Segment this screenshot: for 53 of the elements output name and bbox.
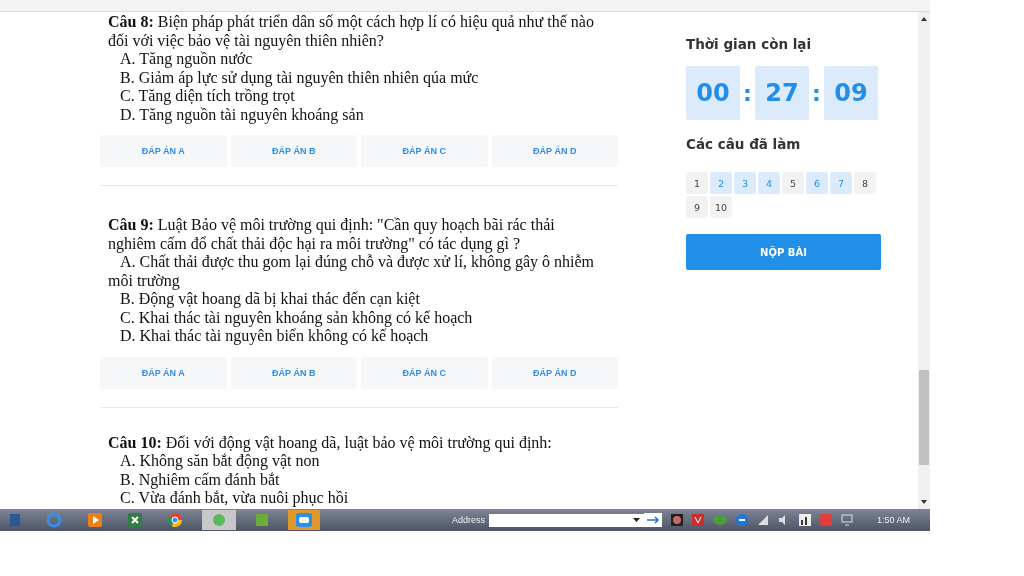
clock: 1:50 AM bbox=[876, 515, 910, 525]
answer-option: A. Tăng nguồn nước bbox=[108, 50, 618, 69]
question-number[interactable]: 4 bbox=[758, 172, 780, 194]
question-number[interactable]: 8 bbox=[854, 172, 876, 194]
answer-option: D. Khai thác tài nguyên biển không có kế hoạch bbox=[108, 327, 618, 346]
monitor-icon[interactable] bbox=[840, 514, 853, 526]
timer-digits: 00 bbox=[686, 66, 740, 120]
answer-button[interactable]: ĐÁP ÁN D bbox=[491, 135, 618, 167]
go-icon[interactable] bbox=[643, 513, 662, 527]
network-icon[interactable] bbox=[756, 514, 769, 526]
timer-separator: : bbox=[742, 80, 753, 106]
answer-button[interactable]: ĐÁP ÁN A bbox=[100, 356, 227, 389]
question-number[interactable]: 1 bbox=[686, 172, 708, 194]
answer-option: A. Không săn bắt động vật non bbox=[108, 452, 618, 471]
answer-option: B. Giảm áp lực sử dụng tài nguyên thiên nhiên qúa mức bbox=[108, 68, 618, 87]
question-number[interactable]: 9 bbox=[686, 196, 708, 218]
answer-option: A. Chất thải được thu gom lại đúng chỗ và được xử lí, không gây ô nhiễm môi trường bbox=[108, 253, 618, 290]
answer-option: C. Tăng diện tích trồng trọt bbox=[108, 87, 618, 106]
chat-app-icon[interactable] bbox=[288, 510, 320, 530]
question-number[interactable]: 10 bbox=[710, 196, 732, 218]
timer-separator: : bbox=[811, 80, 822, 106]
timer-title: Thời gian còn lại bbox=[686, 36, 813, 52]
answer-option: C. Vừa đánh bắt, vừa nuôi phục hồi bbox=[108, 489, 618, 508]
submit-button[interactable]: NỘP BÀI bbox=[686, 234, 881, 270]
answer-option: C. Khai thác tài nguyên khoáng sản không có kế hoạch bbox=[108, 308, 618, 327]
answer-button[interactable]: ĐÁP ÁN C bbox=[361, 356, 488, 389]
answer-option: B. Nghiêm cấm đánh bắt bbox=[108, 470, 618, 489]
question-text: Câu 10: Đối với động vật hoang dã, luật bảo vệ môi trường qui định: bbox=[108, 433, 553, 452]
dropdown-caret-icon[interactable] bbox=[632, 518, 640, 522]
question-number[interactable]: 3 bbox=[734, 172, 756, 194]
timer-digits: 09 bbox=[824, 66, 878, 120]
question-number[interactable]: 7 bbox=[830, 172, 852, 194]
answer-button[interactable]: ĐÁP ÁN D bbox=[491, 356, 618, 389]
answer-option: B. Động vật hoang dã bị khai thác đến cạn kiệt bbox=[108, 290, 618, 309]
address-label: Address bbox=[451, 515, 485, 525]
question-number[interactable]: 5 bbox=[782, 172, 804, 194]
answer-option: D. Tăng nguồn tài nguyên khoáng sản bbox=[108, 105, 618, 124]
timer-digits: 27 bbox=[755, 66, 809, 120]
answer-button[interactable]: ĐÁP ÁN A bbox=[100, 135, 227, 167]
scroll-thumb[interactable] bbox=[919, 370, 929, 465]
address-field[interactable] bbox=[488, 513, 644, 527]
tray-app-icon[interactable] bbox=[670, 514, 683, 526]
answer-button[interactable]: ĐÁP ÁN C bbox=[361, 135, 488, 167]
done-title: Các câu đã làm bbox=[686, 136, 802, 152]
question-text: Câu 9: Luật Bảo vệ môi trường qui định: "Cần quy hoạch bãi rác thải nghiêm cấm đổ chất thải độc hại ra môi trường" có tác dụng gì ? bbox=[108, 216, 556, 253]
answer-button[interactable]: ĐÁP ÁN B bbox=[230, 356, 357, 389]
question-number[interactable]: 2 bbox=[710, 172, 732, 194]
chart-icon[interactable] bbox=[798, 514, 811, 526]
tray-app-icon[interactable] bbox=[691, 514, 704, 526]
question-text: Câu 8: Biện pháp phát triển dân số một cách hợp lí có hiệu quả như thế nào đối với việc bảo vệ tài nguyên thiên nhiên? bbox=[108, 13, 595, 50]
question-number[interactable]: 6 bbox=[806, 172, 828, 194]
answer-button[interactable]: ĐÁP ÁN B bbox=[230, 135, 357, 167]
tray-app-icon[interactable] bbox=[735, 514, 748, 526]
